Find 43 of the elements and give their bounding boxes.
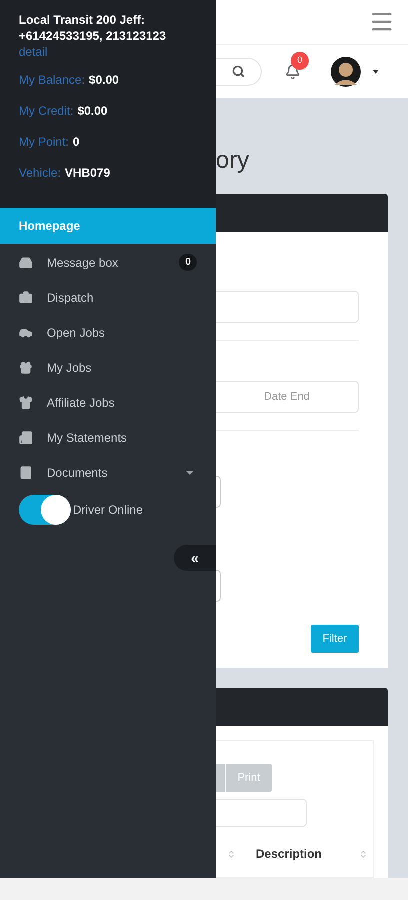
account-name: Local Transit 200 Jeff: [19,12,146,28]
date-end-field[interactable]: Date End [216,381,359,413]
menu-item[interactable]: My Statements [0,420,216,455]
input-field[interactable] [216,476,221,508]
stat-value: $0.00 [78,103,108,119]
search-field[interactable] [216,58,262,86]
sort-icon[interactable] [227,850,236,858]
input-field[interactable] [216,799,307,827]
account-phones: +61424533195, 213123123 [19,28,168,44]
collapse-button[interactable]: « [174,545,216,571]
stat-label: My Balance: [19,72,86,88]
gift-icon [19,360,33,374]
page-title: ory [216,146,250,176]
menu-item[interactable]: Message box 0 [0,245,216,280]
count-badge: 0 [179,254,197,271]
newspaper-icon [19,430,33,444]
stat-label: My Point: [19,134,70,150]
menu-item[interactable]: Documents [0,455,216,490]
avatar[interactable] [331,56,361,86]
sort-icon[interactable] [359,850,368,858]
menu-item[interactable]: Open Jobs [0,315,216,350]
menu-item[interactable]: Affiliate Jobs [0,385,216,420]
toggle-switch[interactable] [19,495,71,525]
bell-icon[interactable] [285,64,301,80]
toggle-label: Driver Online [73,502,144,519]
stat-value: VHB079 [65,165,110,181]
shirt-icon [19,396,33,410]
inbox-icon [19,256,33,270]
input-field[interactable] [216,570,221,602]
menu-item[interactable]: Dispatch [0,280,216,315]
book-icon [19,466,33,480]
export-button[interactable] [216,764,225,792]
notification-badge: 0 [291,52,309,70]
column-header[interactable]: Description [256,845,359,863]
stat-value: $0.00 [89,72,120,88]
briefcase-icon [19,290,33,304]
stat-label: Vehicle: [19,165,62,181]
stat-label: My Credit: [19,103,74,119]
menu-item[interactable]: My Jobs [0,350,216,385]
search-icon [232,65,245,78]
input-field[interactable] [216,291,359,323]
stat-value: 0 [73,134,80,150]
caret-icon[interactable] [373,70,379,74]
